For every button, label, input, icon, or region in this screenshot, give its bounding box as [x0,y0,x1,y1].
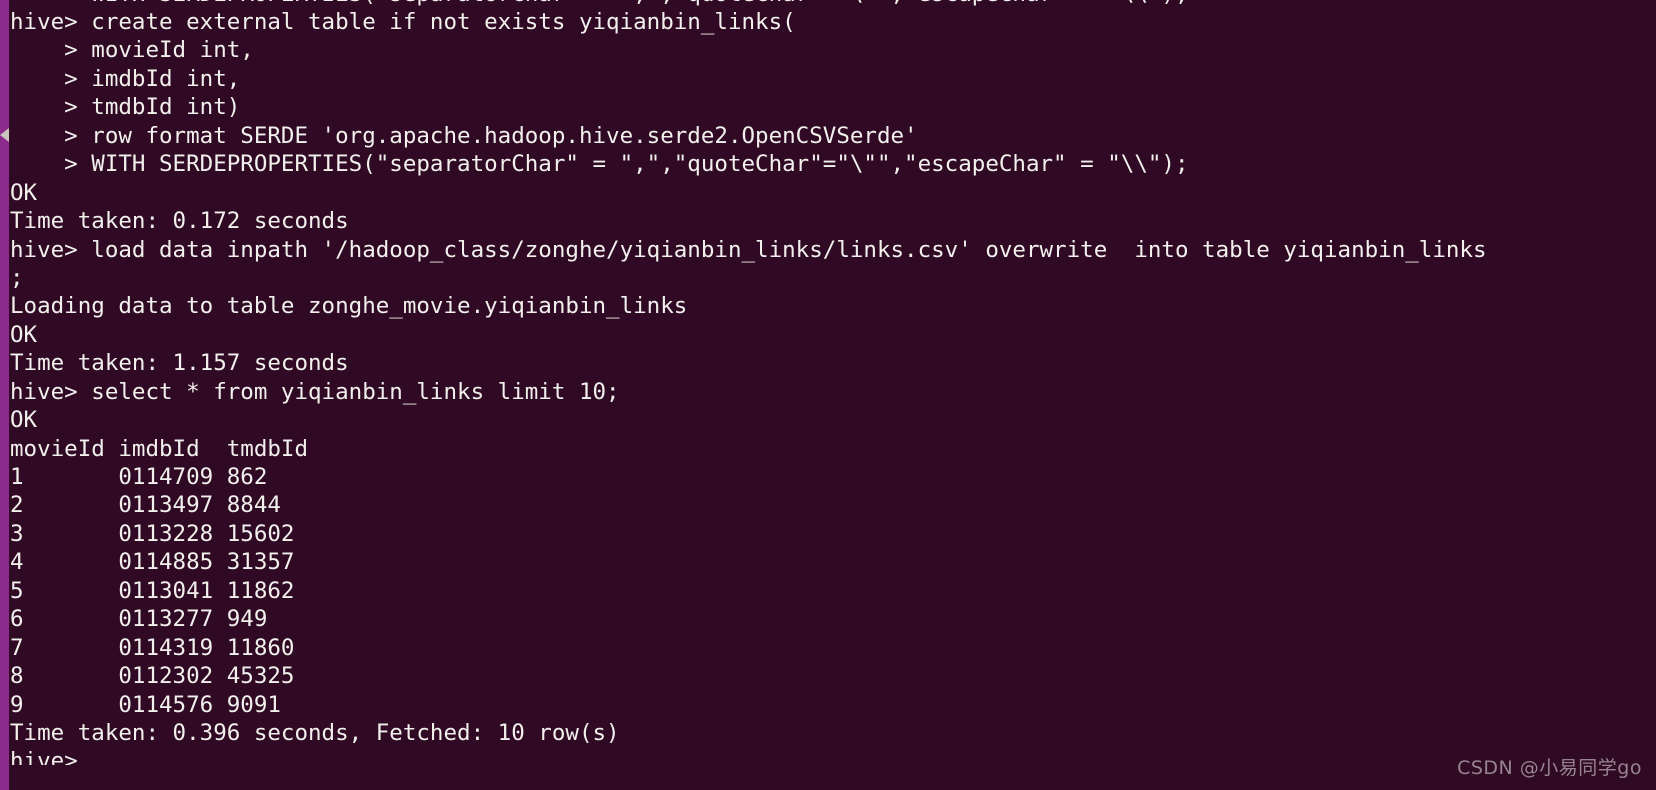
terminal-line-create-table-5: > row format SERDE 'org.apache.hadoop.hi… [10,122,918,149]
result-table-row: 3 0113228 15602 [10,520,295,547]
result-table-row: 2 0113497 8844 [10,492,281,519]
terminal-line-result-ok-1: OK [10,179,38,206]
terminal-line-create-table-2: > movieId int, [10,37,254,64]
terminal-line-time-taken-2: Time taken: 1.157 seconds [10,350,349,377]
terminal-screen[interactable]: > WITH SERDEPROPERTIES("separatorChar" =… [9,0,1656,790]
terminal-prompt: hive> [10,748,78,766]
terminal-line-partial-bottom: hive> [9,747,1656,765]
terminal-line-result-ok-3: OK [10,407,38,434]
terminal-line-select-query: hive> select * from yiqianbin_links limi… [10,378,620,405]
result-table-row: 7 0114319 11860 [10,634,295,661]
result-table-row: 8 0112302 45325 [10,663,295,690]
terminal-line-result-ok-2: OK [10,321,38,348]
scrollbar-position-marker-icon [0,128,9,142]
result-table-row: 9 0114576 9091 [10,691,281,718]
terminal-window[interactable]: > WITH SERDEPROPERTIES("separatorChar" =… [0,0,1656,790]
terminal-scrollbar[interactable] [0,0,9,790]
terminal-line-create-table-4: > tmdbId int) [10,94,241,121]
terminal-line-create-table-6: > WITH SERDEPROPERTIES("separatorChar" =… [10,151,1189,178]
terminal-line-partial-top: > WITH SERDEPROPERTIES("separatorChar" =… [9,0,1656,8]
terminal-line-load-data: hive> load data inpath '/hadoop_class/zo… [10,236,1487,263]
result-table-row: 4 0114885 31357 [10,549,295,576]
terminal-line-load-data-wrap: ; [10,264,24,291]
result-table-row: 5 0113041 11862 [10,577,295,604]
result-table-row: 6 0113277 949 [10,606,268,633]
result-table-row: 1 0114709 862 [10,464,268,490]
terminal-line-create-table-1: hive> create external table if not exist… [10,9,796,35]
terminal-line-create-table-3: > imdbId int, [10,65,241,92]
result-table-header: movieId imdbId tmdbId [10,435,309,462]
terminal-line-time-taken-3: Time taken: 0.396 seconds, Fetched: 10 r… [10,719,620,746]
csdn-watermark: CSDN @小易同学go [1457,757,1642,779]
terminal-line-time-taken-1: Time taken: 0.172 seconds [10,208,349,235]
terminal-line-loading-status: Loading data to table zonghe_movie.yiqia… [10,293,688,320]
terminal-line: > WITH SERDEPROPERTIES("separatorChar" =… [9,0,1656,8]
